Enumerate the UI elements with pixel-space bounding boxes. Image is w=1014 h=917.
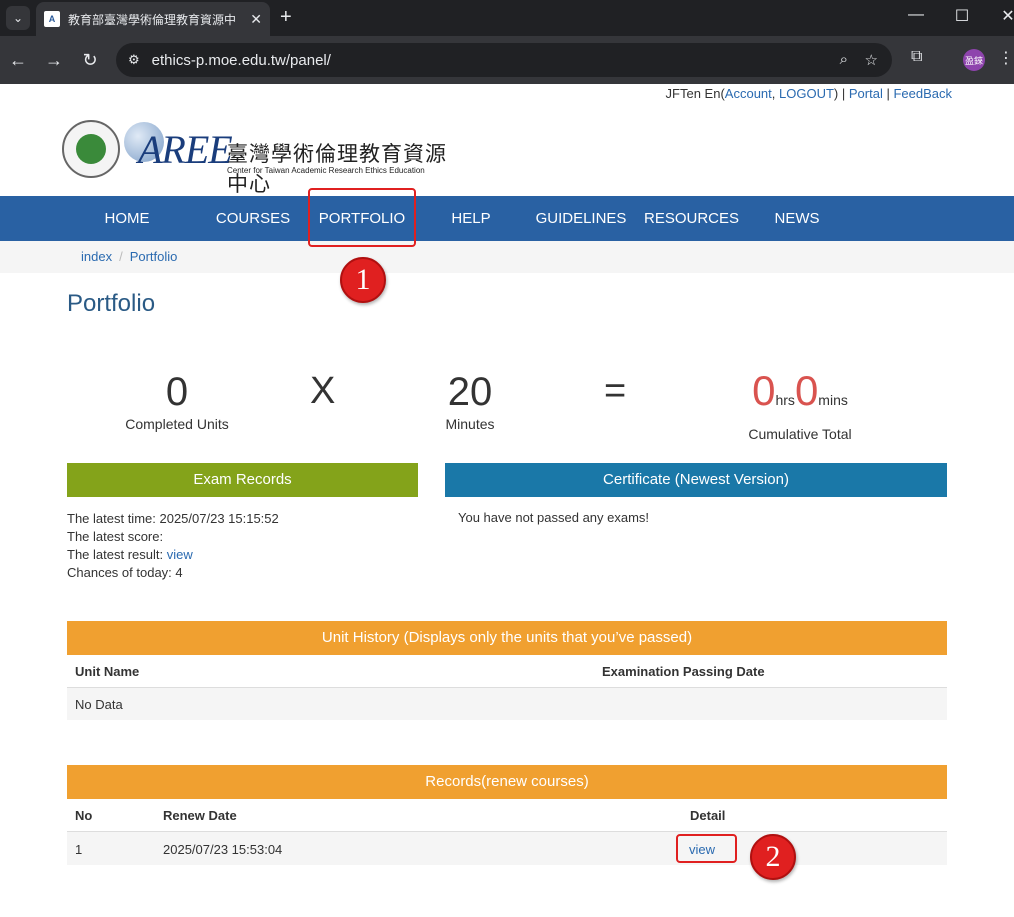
portal-link[interactable]: Portal xyxy=(849,86,883,101)
minutes-value: 20 xyxy=(447,370,493,414)
window-close-icon[interactable]: ✕ xyxy=(996,6,1014,26)
renew-records-table: No Renew Date Detail 1 2025/07/23 15:53:… xyxy=(67,799,947,865)
tab-title: 教育部臺灣學術倫理教育資源中 xyxy=(68,12,237,27)
tab-search-chevron-icon[interactable]: ⌄ xyxy=(6,6,30,30)
hours-value: 0 xyxy=(752,367,776,414)
bookmark-star-icon[interactable]: ☆ xyxy=(865,51,878,69)
minutes-stat: 20 Minutes xyxy=(430,368,510,432)
tab-close-icon[interactable]: ✕ xyxy=(250,11,262,28)
annotation-marker-1: 1 xyxy=(340,257,386,303)
row-renew-date: 2025/07/23 15:53:04 xyxy=(163,842,283,857)
back-arrow-icon[interactable]: ← xyxy=(6,48,30,72)
username: JFTen En xyxy=(665,86,721,101)
table-row: No Data xyxy=(67,688,947,720)
extensions-icon[interactable]: ⧉ xyxy=(911,48,922,66)
nav-courses[interactable]: COURSES xyxy=(214,196,292,241)
logo-english-name: Center for Taiwan Academic Research Ethi… xyxy=(227,166,425,175)
latest-score: The latest score: xyxy=(67,529,164,544)
separator: | xyxy=(882,86,894,101)
breadcrumb-bar: index / Portfolio xyxy=(0,241,1014,273)
latest-result-label: The latest result: xyxy=(67,547,167,562)
cumulative-total-stat: 0hrs0mins Cumulative Total xyxy=(730,366,870,442)
renew-records-header: Records(renew courses) xyxy=(67,765,947,799)
latest-result: The latest result: view xyxy=(67,546,279,564)
moe-seal-icon xyxy=(62,120,120,178)
column-header-renew-date: Renew Date xyxy=(163,808,237,823)
completed-units-value: 0 xyxy=(165,370,189,414)
url-text[interactable]: ethics-p.moe.edu.tw/panel/ xyxy=(152,52,331,69)
breadcrumb: index / Portfolio xyxy=(81,249,177,264)
unit-history-table: Unit Name Examination Passing Date No Da… xyxy=(67,655,947,721)
nav-home[interactable]: HOME xyxy=(96,196,158,241)
feedback-link[interactable]: FeedBack xyxy=(893,86,952,101)
certificate-header: Certificate (Newest Version) xyxy=(445,463,947,497)
minutes-label: Minutes xyxy=(445,416,495,432)
exam-records-header: Exam Records xyxy=(67,463,418,497)
column-header-passing-date: Examination Passing Date xyxy=(602,664,765,679)
browser-tab-active[interactable]: A 教育部臺灣學術倫理教育資源中 ✕ xyxy=(36,2,270,36)
favicon-icon: A xyxy=(44,11,60,27)
aree-wordmark: AREE xyxy=(138,127,233,172)
site-logo[interactable]: AREE 臺灣學術倫理教育資源中心 Center for Taiwan Acad… xyxy=(62,120,452,196)
reload-icon[interactable]: ↻ xyxy=(78,48,102,72)
annotation-highlight-view xyxy=(676,834,737,863)
annotation-highlight-portfolio xyxy=(308,188,416,247)
exam-records-body: The latest time: 2025/07/23 15:15:52 The… xyxy=(67,510,279,582)
breadcrumb-separator: / xyxy=(119,249,123,264)
unit-history-header: Unit History (Displays only the units th… xyxy=(67,621,947,655)
separator: | xyxy=(838,86,849,101)
page-title: Portfolio xyxy=(67,290,156,317)
row-no: 1 xyxy=(75,842,83,857)
completed-units-label: Completed Units xyxy=(125,416,229,432)
minimize-icon[interactable]: — xyxy=(904,6,928,24)
nav-help[interactable]: HELP xyxy=(446,196,496,241)
main-nav: HOME COURSES PORTFOLIO HELP GUIDELINES R… xyxy=(0,196,1014,241)
no-data-text: No Data xyxy=(75,697,123,712)
minutes-total-value: 0 xyxy=(794,367,819,414)
nav-news[interactable]: NEWS xyxy=(770,196,824,241)
cumulative-total-value: 0hrs0mins xyxy=(730,366,870,426)
address-bar[interactable]: ⚙ ethics-p.moe.edu.tw/panel/ ⌕ ☆ xyxy=(116,43,892,77)
breadcrumb-portfolio[interactable]: Portfolio xyxy=(130,249,178,264)
nav-guidelines[interactable]: GUIDELINES xyxy=(534,196,628,241)
logout-link[interactable]: LOGOUT xyxy=(779,86,834,101)
maximize-icon[interactable]: ☐ xyxy=(950,6,974,26)
menu-dots-icon[interactable]: ⋮ xyxy=(998,48,1014,68)
breadcrumb-index[interactable]: index xyxy=(81,249,112,264)
column-header-no: No xyxy=(75,808,93,823)
chances-today: Chances of today: 4 xyxy=(67,565,183,580)
browser-tab-bar: ⌄ A 教育部臺灣學術倫理教育資源中 ✕ + — ☐ ✕ xyxy=(0,0,1014,36)
latest-result-view-link[interactable]: view xyxy=(167,547,193,562)
account-bar: JFTen En(Account, LOGOUT) | Portal | Fee… xyxy=(666,86,952,101)
browser-toolbar: ← → ↻ ⚙ ethics-p.moe.edu.tw/panel/ ⌕ ☆ ⧉… xyxy=(0,36,1014,84)
minutes-unit: mins xyxy=(818,392,848,408)
account-link[interactable]: Account xyxy=(725,86,772,101)
column-header-detail: Detail xyxy=(690,808,726,823)
new-tab-plus-icon[interactable]: + xyxy=(280,6,292,28)
account-comma: , xyxy=(771,86,780,101)
zoom-icon[interactable]: ⌕ xyxy=(840,51,848,68)
nav-resources[interactable]: RESOURCES xyxy=(644,196,739,241)
annotation-marker-2: 2 xyxy=(750,834,796,880)
table-row: 1 2025/07/23 15:53:04 view xyxy=(67,832,947,865)
latest-time: The latest time: 2025/07/23 15:15:52 xyxy=(67,511,279,526)
multiply-sign: X xyxy=(310,370,336,412)
cumulative-total-label: Cumulative Total xyxy=(748,426,852,442)
column-header-unit-name: Unit Name xyxy=(75,664,140,679)
site-info-icon[interactable]: ⚙ xyxy=(128,52,140,68)
forward-arrow-icon[interactable]: → xyxy=(42,48,66,72)
certificate-message: You have not passed any exams! xyxy=(458,510,650,525)
completed-units-stat: 0 Completed Units xyxy=(112,368,242,432)
equals-sign: = xyxy=(604,370,627,412)
profile-avatar[interactable]: 盈錸 xyxy=(963,49,985,71)
aree-logo: AREE xyxy=(124,120,233,178)
hours-unit: hrs xyxy=(775,392,795,408)
